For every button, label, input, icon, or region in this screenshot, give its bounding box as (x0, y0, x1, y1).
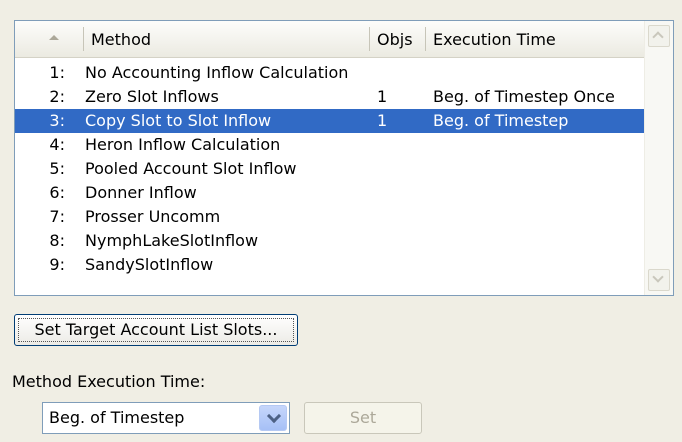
chevron-up-icon (652, 31, 664, 43)
row-execution-time: Beg. of Timestep (433, 111, 569, 130)
table-row[interactable]: 9: SandySlotInflow (15, 253, 645, 277)
row-number: 2: (49, 87, 65, 106)
row-method: No Accounting Inflow Calculation (85, 63, 349, 82)
method-rows: 1: No Accounting Inflow Calculation 2: Z… (15, 61, 645, 277)
table-row[interactable]: 7: Prosser Uncomm (15, 205, 645, 229)
table-row[interactable]: 6: Donner Inflow (15, 181, 645, 205)
column-header-method[interactable]: Method (83, 21, 369, 57)
column-header-execution-time[interactable]: Execution Time (425, 21, 645, 57)
sort-column-header[interactable] (15, 21, 83, 57)
method-execution-time-label: Method Execution Time: (12, 372, 206, 391)
row-method: Heron Inflow Calculation (85, 135, 281, 154)
vertical-scrollbar[interactable] (644, 21, 673, 295)
list-header: Method Objs Execution Time (15, 21, 645, 58)
table-row[interactable]: 4: Heron Inflow Calculation (15, 133, 645, 157)
row-method: SandySlotInflow (85, 255, 214, 274)
dropdown-button[interactable] (259, 405, 287, 431)
row-method: Pooled Account Slot Inflow (85, 159, 297, 178)
row-number: 7: (49, 207, 65, 226)
row-method: Copy Slot to Slot Inflow (85, 111, 272, 130)
row-number: 4: (49, 135, 65, 154)
scroll-up-button[interactable] (648, 25, 670, 47)
method-list[interactable]: Method Objs Execution Time 1: No Account… (14, 20, 674, 296)
table-row[interactable]: 5: Pooled Account Slot Inflow (15, 157, 645, 181)
row-number: 1: (49, 63, 65, 82)
row-execution-time: Beg. of Timestep Once (433, 87, 615, 106)
row-method: NymphLakeSlotInflow (85, 231, 259, 250)
row-number: 9: (49, 255, 65, 274)
set-target-account-list-slots-button[interactable]: Set Target Account List Slots... (14, 314, 298, 346)
column-header-objs[interactable]: Objs (369, 21, 425, 57)
row-number: 8: (49, 231, 65, 250)
sort-ascending-icon (49, 35, 59, 40)
row-number: 5: (49, 159, 65, 178)
row-objs: 1 (377, 87, 388, 106)
set-button-label: Set (349, 408, 377, 427)
table-row[interactable]: 1: No Accounting Inflow Calculation (15, 61, 645, 85)
row-number: 6: (49, 183, 65, 202)
row-method: Zero Slot Inflows (85, 87, 219, 106)
row-number: 3: (49, 111, 65, 130)
scroll-down-button[interactable] (648, 269, 670, 291)
table-row[interactable]: 8: NymphLakeSlotInflow (15, 229, 645, 253)
table-row[interactable]: 2: Zero Slot Inflows 1 Beg. of Timestep … (15, 85, 645, 109)
execution-time-value: Beg. of Timestep (49, 408, 185, 427)
row-method: Prosser Uncomm (85, 207, 221, 226)
row-method: Donner Inflow (85, 183, 197, 202)
chevron-down-icon (266, 408, 282, 424)
chevron-down-icon (652, 271, 664, 283)
table-row-selected[interactable]: 3: Copy Slot to Slot Inflow 1 Beg. of Ti… (15, 109, 645, 133)
row-objs: 1 (377, 111, 388, 130)
set-button[interactable]: Set (304, 402, 422, 434)
focus-ring (18, 318, 294, 342)
execution-time-select[interactable]: Beg. of Timestep (42, 402, 290, 434)
